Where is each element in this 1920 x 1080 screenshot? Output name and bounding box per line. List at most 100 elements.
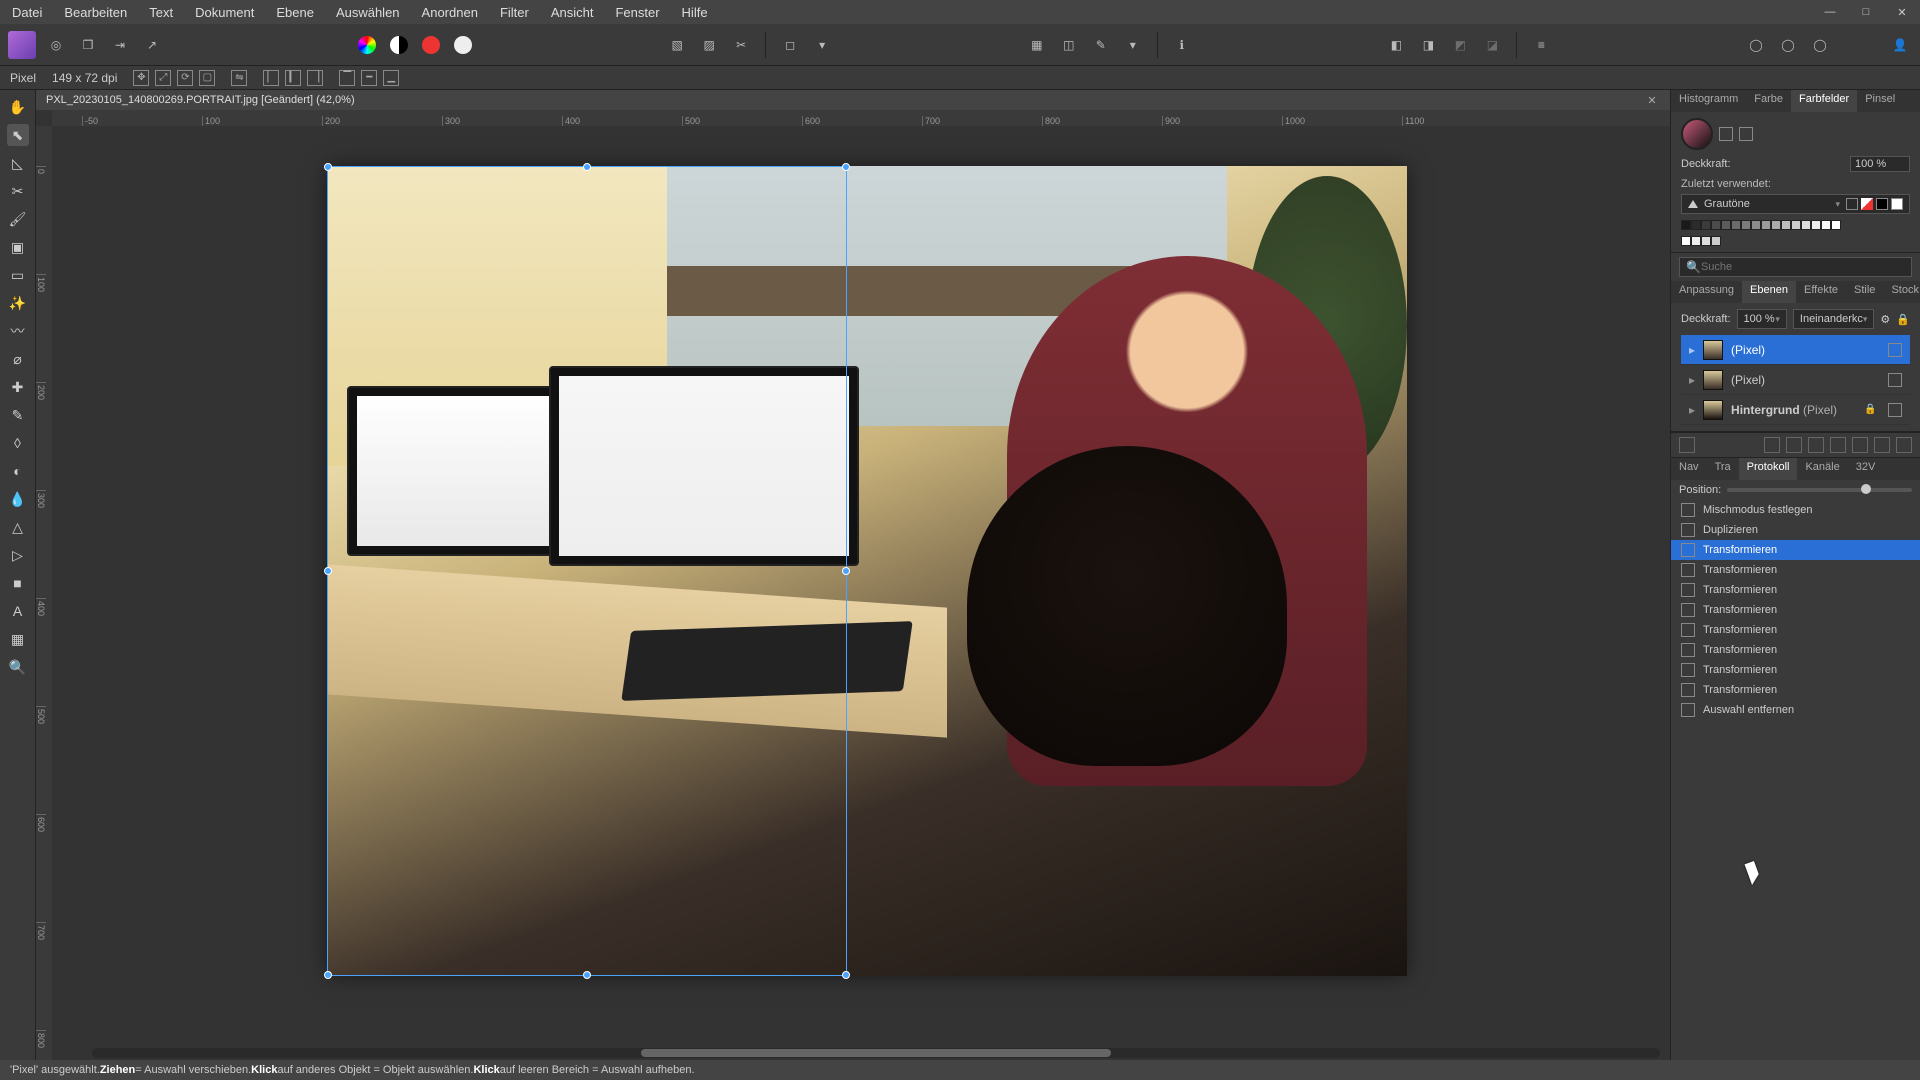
- shape-tool-icon[interactable]: ■: [7, 572, 29, 594]
- trash-icon[interactable]: [1896, 437, 1912, 453]
- swatch[interactable]: [1801, 220, 1811, 230]
- top-tab-pinsel[interactable]: Pinsel: [1857, 90, 1903, 112]
- swatch[interactable]: [1761, 220, 1771, 230]
- heal-tool-icon[interactable]: ✚: [7, 376, 29, 398]
- refine-icon[interactable]: ✂: [729, 33, 753, 57]
- selection-tool-icon[interactable]: ▭: [7, 264, 29, 286]
- brush-tool-icon[interactable]: 🖌: [7, 208, 29, 230]
- bot-tab-32v[interactable]: 32V: [1848, 458, 1884, 480]
- dodge-tool-icon[interactable]: ◐: [7, 460, 29, 482]
- grid-icon[interactable]: ▦: [1025, 33, 1049, 57]
- align-center-icon[interactable]: ▎: [285, 70, 301, 86]
- folder-icon[interactable]: [1874, 437, 1890, 453]
- palette-dropdown[interactable]: Grautöne ▾: [1681, 194, 1910, 214]
- quickmask-icon[interactable]: ▨: [697, 33, 721, 57]
- brush-icon[interactable]: ✎: [1089, 33, 1113, 57]
- swatch[interactable]: [1691, 220, 1701, 230]
- layer-row[interactable]: ▸(Pixel): [1681, 335, 1910, 365]
- lock-icon[interactable]: 🔒: [1864, 404, 1876, 416]
- slider-knob[interactable]: [1861, 484, 1871, 494]
- node-tool-icon[interactable]: ◺: [7, 152, 29, 174]
- info-icon[interactable]: ℹ: [1170, 33, 1194, 57]
- swatch[interactable]: [1751, 220, 1761, 230]
- swatch[interactable]: [1731, 220, 1741, 230]
- circle-c-icon[interactable]: ◯: [1808, 33, 1832, 57]
- fg-bg-swatch-icon[interactable]: [1681, 118, 1713, 150]
- document-tab[interactable]: PXL_20230105_140800269.PORTRAIT.jpg [Geä…: [36, 90, 1670, 110]
- search-field[interactable]: 🔍: [1679, 257, 1912, 277]
- move-icon[interactable]: ✥: [133, 70, 149, 86]
- crop-icon[interactable]: ▢: [199, 70, 215, 86]
- gear-icon[interactable]: ⚙: [1880, 313, 1890, 326]
- bot-tab-nav[interactable]: Nav: [1671, 458, 1707, 480]
- hand-tool-icon[interactable]: ✋: [7, 96, 29, 118]
- menu-text[interactable]: Text: [149, 5, 173, 20]
- align-icon[interactable]: ≡: [1529, 33, 1553, 57]
- document-photo[interactable]: [327, 166, 1407, 976]
- swatch[interactable]: [1701, 220, 1711, 230]
- layer-row[interactable]: ▸(Pixel): [1681, 365, 1910, 395]
- view-grid-icon[interactable]: [1846, 198, 1858, 210]
- history-item[interactable]: Transformieren: [1671, 660, 1920, 680]
- account-icon[interactable]: 👤: [1888, 33, 1912, 57]
- circle-b-icon[interactable]: ◯: [1776, 33, 1800, 57]
- scale-icon[interactable]: ⤢: [155, 70, 171, 86]
- canvas[interactable]: [52, 126, 1670, 1060]
- close-button[interactable]: ✕: [1884, 0, 1920, 24]
- adjust-icon[interactable]: [1786, 437, 1802, 453]
- history-item[interactable]: Transformieren: [1671, 580, 1920, 600]
- layer-opacity-dropdown[interactable]: 100 % ▾: [1737, 309, 1787, 329]
- mask-icon[interactable]: [1764, 437, 1780, 453]
- history-item[interactable]: Transformieren: [1671, 620, 1920, 640]
- pen-tool-icon[interactable]: ✎: [7, 404, 29, 426]
- cube-icon[interactable]: ❒: [76, 33, 100, 57]
- fx-icon[interactable]: [1808, 437, 1824, 453]
- blend-mode-dropdown[interactable]: Ineinanderkc ▾: [1793, 309, 1875, 329]
- sharpen-tool-icon[interactable]: △: [7, 516, 29, 538]
- menu-ansicht[interactable]: Ansicht: [551, 5, 594, 20]
- clone-tool-icon[interactable]: ⌀: [7, 348, 29, 370]
- menu-ebene[interactable]: Ebene: [276, 5, 314, 20]
- zoom-tool-icon[interactable]: 🔍: [7, 656, 29, 678]
- mesh-tool-icon[interactable]: ▦: [7, 628, 29, 650]
- swatch-grid-light[interactable]: [1681, 236, 1910, 246]
- swatch[interactable]: [1781, 220, 1791, 230]
- align-left-icon[interactable]: ▏: [263, 70, 279, 86]
- mid-tab-effekte[interactable]: Effekte: [1796, 281, 1846, 303]
- visibility-checkbox[interactable]: [1888, 343, 1902, 357]
- marquee-icon[interactable]: ▧: [665, 33, 689, 57]
- mid-tab-stile[interactable]: Stile: [1846, 281, 1883, 303]
- menu-bearbeiten[interactable]: Bearbeiten: [64, 5, 127, 20]
- top-tab-histogramm[interactable]: Histogramm: [1671, 90, 1746, 112]
- menu-datei[interactable]: Datei: [12, 5, 42, 20]
- top-tab-farbe[interactable]: Farbe: [1746, 90, 1791, 112]
- mid-tab-ebenen[interactable]: Ebenen: [1742, 281, 1796, 303]
- vector-tool-icon[interactable]: ▷: [7, 544, 29, 566]
- mid-tab-stock[interactable]: Stock: [1883, 281, 1920, 303]
- crop-preset-icon[interactable]: ◻: [778, 33, 802, 57]
- dropdown-arrow-icon[interactable]: ▾: [1121, 33, 1145, 57]
- view-diag-icon[interactable]: [1861, 198, 1873, 210]
- history-item[interactable]: Transformieren: [1671, 640, 1920, 660]
- align-middle-icon[interactable]: ━: [361, 70, 377, 86]
- position-slider[interactable]: [1727, 488, 1912, 492]
- blur-tool-icon[interactable]: 💧: [7, 488, 29, 510]
- history-item[interactable]: Transformieren: [1671, 540, 1920, 560]
- expand-icon[interactable]: ▸: [1689, 343, 1695, 357]
- menu-auswählen[interactable]: Auswählen: [336, 5, 400, 20]
- text-tool-icon[interactable]: A: [7, 600, 29, 622]
- stack2-icon[interactable]: ◨: [1416, 33, 1440, 57]
- share-icon[interactable]: ↗: [140, 33, 164, 57]
- history-item[interactable]: Transformieren: [1671, 680, 1920, 700]
- swatch[interactable]: [1741, 220, 1751, 230]
- fliph-icon[interactable]: ⇋: [231, 70, 247, 86]
- opacity-input[interactable]: [1850, 156, 1910, 172]
- top-tab-farbfelder[interactable]: Farbfelder: [1791, 90, 1857, 112]
- lock-icon[interactable]: 🔒: [1896, 313, 1910, 326]
- crop-tool-icon[interactable]: ✂: [7, 180, 29, 202]
- h-scrollbar[interactable]: [92, 1048, 1660, 1058]
- stack4-icon[interactable]: ◪: [1480, 33, 1504, 57]
- bot-tab-kanäle[interactable]: Kanäle: [1797, 458, 1847, 480]
- bw-circle-icon[interactable]: [387, 33, 411, 57]
- history-item[interactable]: Duplizieren: [1671, 520, 1920, 540]
